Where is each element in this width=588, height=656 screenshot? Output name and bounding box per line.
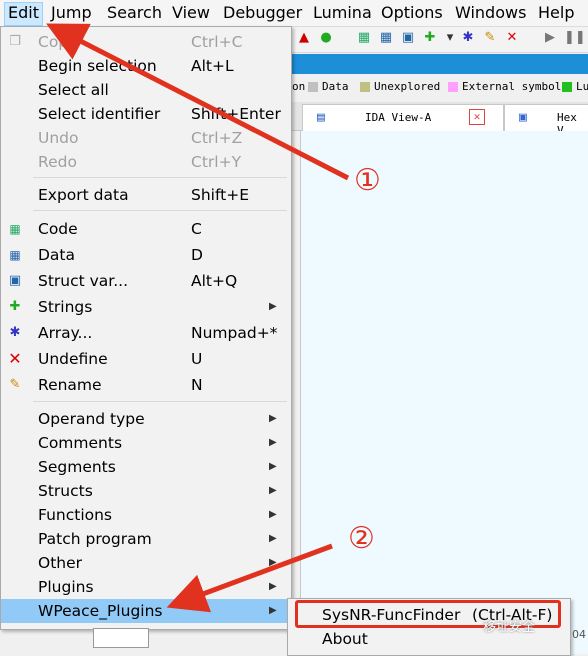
bottom-field: [93, 628, 149, 648]
arrow-1: [46, 23, 350, 181]
watermark: 移址安全: [483, 620, 536, 635]
annotation-arrows: [46, 23, 350, 613]
callout-1: ①: [354, 163, 381, 198]
callout-2: ②: [348, 521, 375, 556]
corner-number: 04: [572, 628, 586, 641]
arrow-2: [166, 543, 333, 613]
